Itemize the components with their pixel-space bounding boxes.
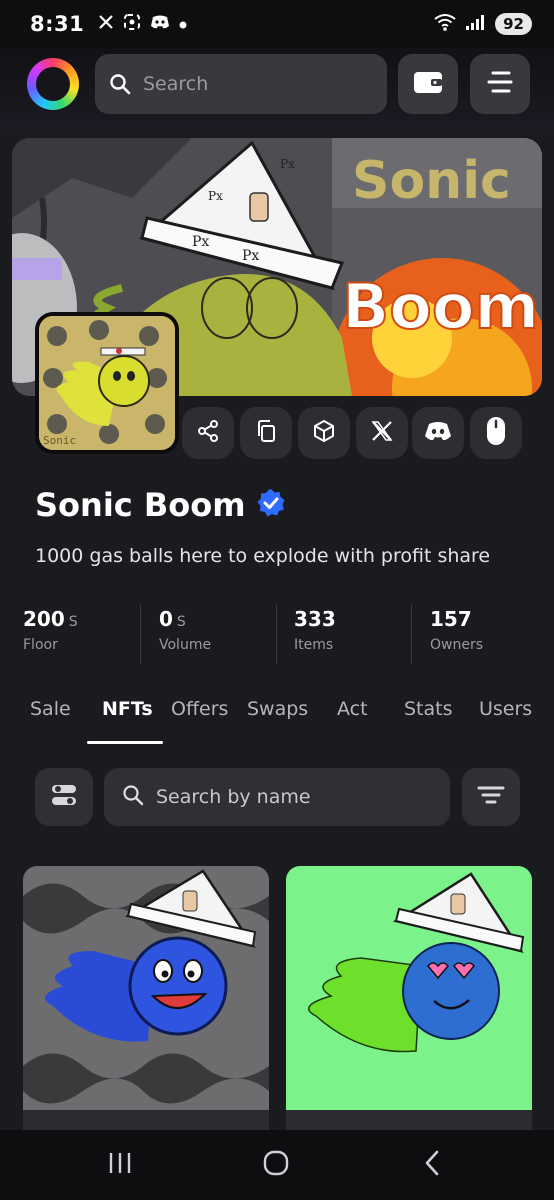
back-icon xyxy=(422,1150,442,1180)
recents-button[interactable] xyxy=(100,1148,140,1182)
view-toggle-button[interactable] xyxy=(35,768,93,826)
battery-indicator: 92 xyxy=(495,13,532,35)
tab-swaps[interactable]: Swaps xyxy=(247,698,308,720)
status-notifications xyxy=(98,13,187,36)
x-logo-icon xyxy=(370,419,394,447)
discord-link-button[interactable] xyxy=(412,407,464,459)
x-logo-icon xyxy=(98,14,114,35)
wifi-icon xyxy=(433,13,457,35)
back-button[interactable] xyxy=(412,1148,452,1182)
stat-divider xyxy=(276,604,277,664)
cube-icon xyxy=(312,419,336,447)
stat-unit: S xyxy=(176,614,186,630)
stat-divider xyxy=(140,604,141,664)
banner-title-line2: Boom xyxy=(342,270,539,343)
collection-title-row: Sonic Boom xyxy=(35,486,286,524)
stat-value: 333 xyxy=(294,607,336,631)
stat-number: 200 xyxy=(23,607,65,631)
stat-number: 157 xyxy=(430,607,472,631)
stat-items: 333 Items xyxy=(294,607,336,665)
stat-value: 200 S xyxy=(23,607,78,631)
system-nav-bar xyxy=(0,1130,554,1200)
tab-stats[interactable]: Stats xyxy=(404,698,453,720)
discord-icon xyxy=(424,420,452,446)
name-search-input[interactable] xyxy=(156,786,436,808)
menu-button[interactable] xyxy=(470,54,530,114)
nft-card[interactable] xyxy=(23,866,269,1130)
svg-text:Px: Px xyxy=(242,248,259,264)
stat-owners: 157 Owners xyxy=(430,607,483,665)
search-input[interactable] xyxy=(143,73,363,95)
x-link-button[interactable] xyxy=(356,407,408,459)
home-button[interactable] xyxy=(256,1148,296,1182)
nft-image xyxy=(286,866,532,1110)
tab-offers[interactable]: Offers xyxy=(171,698,228,720)
status-bar: 8:31 92 xyxy=(0,0,554,48)
stat-divider xyxy=(411,604,412,664)
nft-card-footer xyxy=(286,1110,532,1130)
wallet-button[interactable] xyxy=(398,54,458,114)
signal-icon xyxy=(465,13,487,35)
nft-card-footer xyxy=(23,1110,269,1130)
active-tab-indicator xyxy=(87,741,163,744)
filter-button[interactable] xyxy=(462,768,520,826)
nft-image xyxy=(23,866,269,1110)
copy-icon xyxy=(254,419,278,447)
name-search-box[interactable] xyxy=(104,768,450,826)
app-logo[interactable] xyxy=(27,58,79,110)
avatar-artwork: Sonic xyxy=(39,316,175,450)
wallet-icon xyxy=(413,69,443,99)
global-search[interactable] xyxy=(95,54,387,114)
screenshot-icon xyxy=(123,13,141,36)
stat-label: Items xyxy=(294,637,334,653)
collection-description: 1000 gas balls here to explode with prof… xyxy=(35,545,491,567)
stat-label: Owners xyxy=(430,637,484,653)
mouse-link-button[interactable] xyxy=(470,407,522,459)
banner-title-line1: Sonic xyxy=(352,151,511,211)
dot-icon xyxy=(179,14,187,34)
toggle-icon xyxy=(50,783,78,811)
avatar-caption: Sonic xyxy=(43,434,76,447)
menu-icon xyxy=(487,70,513,98)
filter-icon xyxy=(477,784,505,810)
stat-unit: S xyxy=(68,614,78,630)
search-icon xyxy=(109,73,131,95)
stat-volume: 0S Volume xyxy=(159,607,211,665)
nft-card[interactable] xyxy=(286,866,532,1130)
stat-value: 157 xyxy=(430,607,483,631)
stat-value: 0S xyxy=(159,607,211,631)
tab-sale[interactable]: Sale xyxy=(30,698,71,720)
verified-badge-icon xyxy=(256,488,286,522)
search-icon xyxy=(122,784,144,810)
share-icon xyxy=(196,419,220,447)
discord-icon xyxy=(150,14,170,35)
tab-nfts[interactable]: NFTs xyxy=(102,698,153,720)
stat-number: 0 xyxy=(159,607,173,631)
mouse-icon xyxy=(485,416,507,450)
tab-activity[interactable]: Act xyxy=(337,698,368,720)
stat-number: 333 xyxy=(294,607,336,631)
tab-users[interactable]: Users xyxy=(479,698,532,720)
stat-label: Floor xyxy=(23,637,58,653)
explorer-button[interactable] xyxy=(298,407,350,459)
stat-label: Volume xyxy=(159,637,212,653)
collection-avatar: Sonic xyxy=(35,312,179,454)
recents-icon xyxy=(107,1151,133,1179)
app-header xyxy=(0,48,554,130)
svg-text:Px: Px xyxy=(192,234,209,250)
share-button[interactable] xyxy=(182,407,234,459)
stat-floor: 200 S Floor xyxy=(23,607,78,665)
status-time: 8:31 xyxy=(30,12,85,36)
svg-text:Px: Px xyxy=(208,189,223,203)
home-icon xyxy=(262,1149,290,1181)
collection-name: Sonic Boom xyxy=(35,486,246,524)
copy-button[interactable] xyxy=(240,407,292,459)
status-right: 92 xyxy=(433,13,532,35)
svg-text:Px: Px xyxy=(280,157,295,171)
